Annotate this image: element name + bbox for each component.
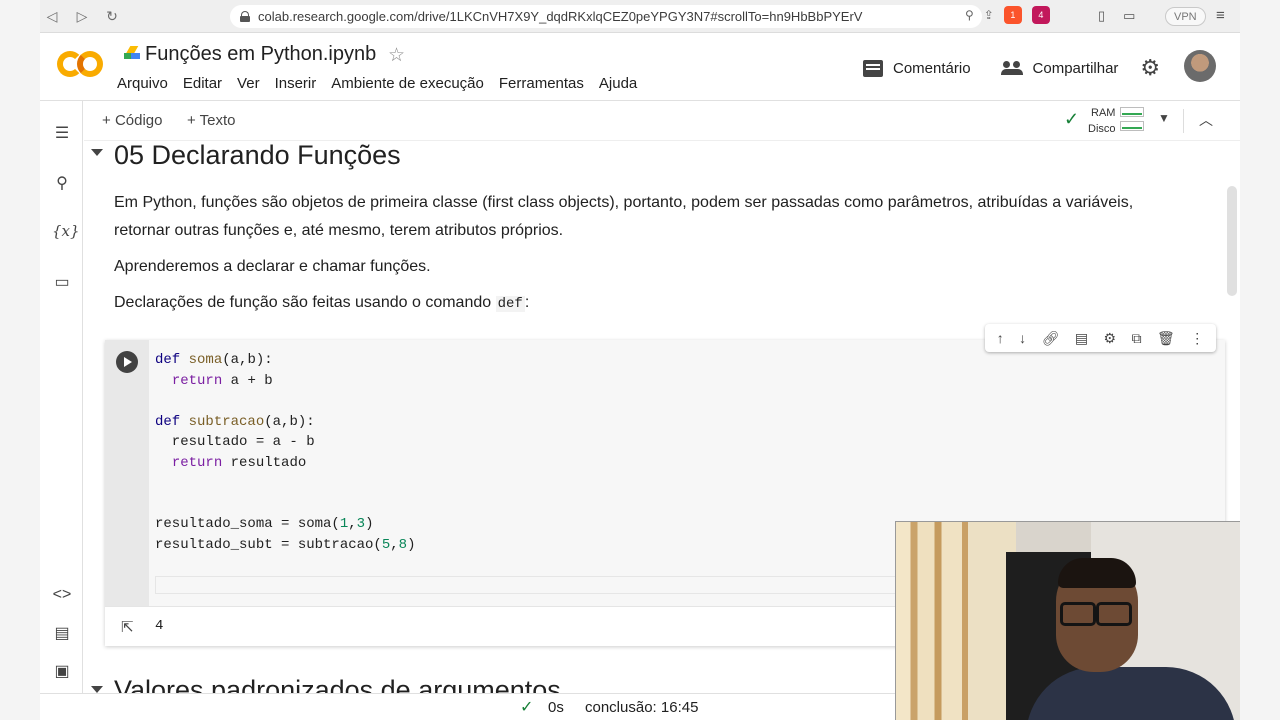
extension-icons: ⚲ ⇪ 1 4 bbox=[965, 6, 1050, 24]
paragraph-def: Declarações de função são feitas usando … bbox=[114, 289, 1174, 318]
cell-toolbar: ↑ ↓ 🔗︎ ▤ ⚙ ⧉ 🗑︎ ⋮ bbox=[985, 324, 1216, 352]
execution-time: 0s bbox=[548, 699, 564, 716]
webcam-background-window bbox=[896, 522, 1016, 720]
add-code-button[interactable]: + Código bbox=[102, 112, 162, 129]
output-value: 4 bbox=[155, 618, 164, 634]
keyboard-icon[interactable]: ▤ bbox=[52, 623, 72, 643]
menu-inserir[interactable]: Inserir bbox=[275, 75, 317, 92]
colab-logo[interactable] bbox=[57, 51, 103, 81]
search-icon[interactable]: ⚲ bbox=[52, 173, 72, 193]
left-sidebar: ☰ ⚲ {x} ▭ <> ▤ ▣ bbox=[40, 101, 83, 693]
browser-nav: ◁ ▷ ↻ ⌑ bbox=[40, 8, 250, 25]
browser-menu-icon[interactable]: ≡ bbox=[1216, 7, 1225, 24]
resource-bars bbox=[1120, 107, 1144, 135]
colab-header: Funções em Python.ipynb ☆ Arquivo Editar… bbox=[40, 33, 1240, 101]
paragraph-first-class: Em Python, funções são objetos de primei… bbox=[114, 194, 1134, 239]
google-drive-icon[interactable] bbox=[124, 46, 140, 60]
collapse-section-icon[interactable] bbox=[91, 149, 103, 156]
sidebar-toggle-icon[interactable]: ▯ bbox=[1098, 8, 1105, 24]
share-page-icon[interactable]: ⇪ bbox=[984, 8, 994, 22]
collapse-next-section-icon[interactable] bbox=[91, 686, 103, 693]
delete-icon[interactable]: 🗑︎ bbox=[1157, 330, 1175, 347]
code-editor[interactable]: def soma(a,b): return a + b def subtraca… bbox=[155, 350, 415, 555]
zoom-icon[interactable]: ⚲ bbox=[965, 8, 974, 22]
more-options-icon[interactable]: ⋮ bbox=[1190, 330, 1204, 347]
browser-right-tools: ▯ ▭ bbox=[1098, 8, 1135, 24]
menu-ajuda[interactable]: Ajuda bbox=[599, 75, 637, 92]
cell-settings-icon[interactable]: ⚙ bbox=[1104, 330, 1117, 347]
address-bar[interactable]: colab.research.google.com/drive/1LKCnVH7… bbox=[230, 5, 982, 28]
list-icon[interactable]: ☰ bbox=[52, 123, 72, 143]
status-check-icon: ✓ bbox=[520, 699, 534, 716]
brave-shield-icon[interactable]: 1 bbox=[1003, 6, 1022, 24]
menu-bar: Arquivo Editar Ver Inserir Ambiente de e… bbox=[117, 75, 637, 92]
connected-check-icon: ✓ bbox=[1064, 109, 1080, 129]
mirror-cell-icon[interactable]: ⧉ bbox=[1132, 330, 1142, 347]
vpn-label: VPN bbox=[1174, 10, 1197, 23]
resource-monitor[interactable]: RAM Disco bbox=[1088, 105, 1116, 137]
browser-toolbar: ◁ ▷ ↻ ⌑ colab.research.google.com/drive/… bbox=[40, 0, 1240, 33]
left-video-letterbox bbox=[0, 0, 40, 720]
menu-ambiente-execucao[interactable]: Ambiente de execução bbox=[331, 75, 484, 92]
terminal-icon[interactable]: ▣ bbox=[52, 661, 72, 681]
next-section-heading: Valores padronizados de argumentos bbox=[114, 675, 561, 693]
gear-icon[interactable]: ⚙ bbox=[1140, 55, 1160, 81]
forward-icon[interactable]: ▷ bbox=[74, 8, 90, 25]
paragraph-def-text: Declarações de função são feitas usando … bbox=[114, 294, 492, 311]
star-icon[interactable]: ☆ bbox=[388, 44, 405, 67]
paragraph-learn: Aprenderemos a declarar e chamar funções… bbox=[114, 258, 431, 275]
folder-icon[interactable]: ▭ bbox=[52, 272, 72, 292]
vpn-button[interactable]: VPN bbox=[1165, 7, 1206, 26]
menu-ferramentas[interactable]: Ferramentas bbox=[499, 75, 584, 92]
move-down-icon[interactable]: ↓ bbox=[1019, 330, 1026, 346]
right-video-letterbox bbox=[1240, 0, 1280, 720]
variables-icon[interactable]: {x} bbox=[52, 222, 80, 240]
section-heading: 05 Declarando Funções bbox=[114, 141, 401, 170]
scrollbar[interactable] bbox=[1227, 186, 1237, 296]
colab-logo-o bbox=[77, 51, 103, 77]
paragraph-def-suffix: : bbox=[524, 294, 530, 311]
output-icon[interactable]: ⇱ bbox=[121, 618, 134, 636]
active-code-line[interactable] bbox=[155, 576, 905, 594]
menu-arquivo[interactable]: Arquivo bbox=[117, 75, 168, 92]
share-button[interactable]: Compartilhar bbox=[1033, 60, 1119, 77]
wallet-icon[interactable]: ▭ bbox=[1123, 8, 1135, 24]
menu-ver[interactable]: Ver bbox=[237, 75, 260, 92]
header-actions: Comentário Compartilhar ⚙ bbox=[863, 55, 1160, 81]
run-cell-button[interactable] bbox=[116, 351, 138, 373]
lock-icon bbox=[240, 11, 250, 22]
disk-label: Disco bbox=[1088, 123, 1116, 135]
comment-icon bbox=[863, 59, 883, 77]
menu-editar[interactable]: Editar bbox=[183, 75, 222, 92]
brave-rewards-icon[interactable]: 4 bbox=[1031, 6, 1050, 24]
notebook-toolbar: + Código + Texto ✓ RAM Disco ▼ ︿ bbox=[84, 101, 1240, 141]
toolbar-divider bbox=[1183, 109, 1184, 133]
webcam-person-glasses bbox=[1058, 602, 1134, 626]
address-text: colab.research.google.com/drive/1LKCnVH7… bbox=[258, 9, 863, 24]
avatar[interactable] bbox=[1184, 50, 1216, 82]
add-text-label: Texto bbox=[199, 112, 236, 129]
people-icon bbox=[1000, 61, 1023, 75]
add-text-button[interactable]: + Texto bbox=[187, 112, 236, 129]
inline-code-def: def bbox=[495, 296, 525, 312]
reload-icon[interactable]: ↻ bbox=[104, 8, 120, 25]
chevron-down-icon[interactable]: ▼ bbox=[1158, 111, 1170, 125]
chevron-up-icon[interactable]: ︿ bbox=[1199, 110, 1213, 130]
add-code-label: Código bbox=[114, 112, 163, 129]
completion-time: conclusão: 16:45 bbox=[585, 699, 699, 716]
back-icon[interactable]: ◁ bbox=[44, 8, 60, 25]
notebook-title[interactable]: Funções em Python.ipynb bbox=[145, 43, 376, 66]
move-up-icon[interactable]: ↑ bbox=[997, 330, 1004, 346]
ram-label: RAM bbox=[1091, 107, 1116, 119]
webcam-overlay bbox=[895, 521, 1240, 720]
cell-gutter bbox=[105, 340, 149, 606]
comment-cell-icon[interactable]: ▤ bbox=[1075, 330, 1088, 347]
webcam-person-hair bbox=[1058, 558, 1136, 588]
link-icon[interactable]: 🔗︎ bbox=[1042, 330, 1060, 347]
code-icon[interactable]: <> bbox=[52, 586, 72, 604]
comment-button[interactable]: Comentário bbox=[893, 60, 971, 77]
